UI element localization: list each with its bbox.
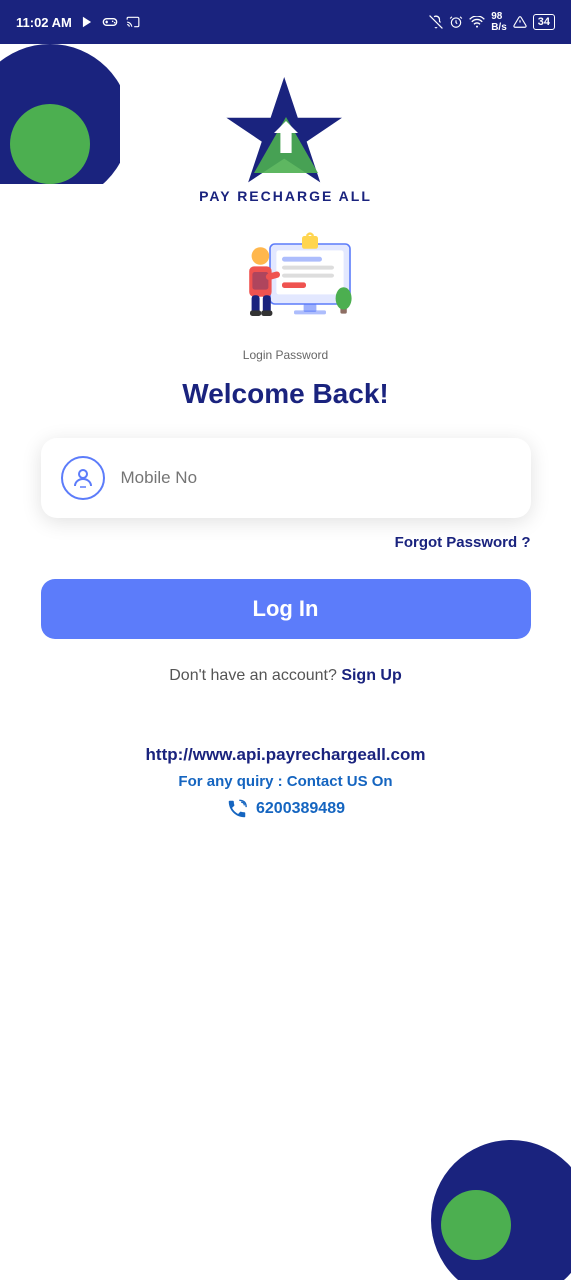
user-icon-container [61,456,105,500]
illustration-container: Login Password [206,224,366,362]
forgot-password-row: Forgot Password ? [41,534,531,551]
footer-phone-row: 6200389489 [226,798,345,820]
status-right: 98B/s 34 [429,11,555,33]
logo-container: PAY RECHARGE ALL [199,74,372,204]
network-speed: 98B/s [491,11,507,33]
gamepad-icon [102,16,118,28]
footer-url[interactable]: http://www.api.payrechargeall.com [146,745,426,765]
status-left: 11:02 AM [16,15,140,30]
deco-bottom-circles [431,1140,571,1280]
illustration-caption: Login Password [243,348,328,362]
footer-contact: For any quiry : Contact US On [178,773,392,790]
cast-icon [126,15,140,29]
time: 11:02 AM [16,15,72,30]
forgot-password-link[interactable]: Forgot Password ? [395,534,531,551]
phone-icon [226,798,248,820]
signup-prefix: Don't have an account? [169,667,337,684]
signup-row: Don't have an account? Sign Up [169,667,402,685]
logo-svg [206,74,366,184]
main-content: PAY RECHARGE ALL [0,44,571,860]
illustration-svg [206,224,366,344]
battery-indicator: 34 [533,14,555,30]
mobile-input[interactable] [121,468,511,488]
user-icon [71,466,95,490]
signup-link[interactable]: Sign Up [341,667,401,684]
logo-text: PAY RECHARGE ALL [199,188,372,204]
bell-icon [429,15,443,29]
warning-icon [513,15,527,29]
welcome-text: Welcome Back! [182,378,388,410]
alarm-icon [449,15,463,29]
play-icon [80,15,94,29]
footer: http://www.api.payrechargeall.com For an… [126,745,446,860]
footer-phone[interactable]: 6200389489 [256,800,345,818]
mobile-input-container [41,438,531,518]
wifi-icon [469,16,485,28]
status-bar: 11:02 AM 98B/s 34 [0,0,571,44]
circle-green-bottom [441,1190,511,1260]
login-button[interactable]: Log In [41,579,531,639]
